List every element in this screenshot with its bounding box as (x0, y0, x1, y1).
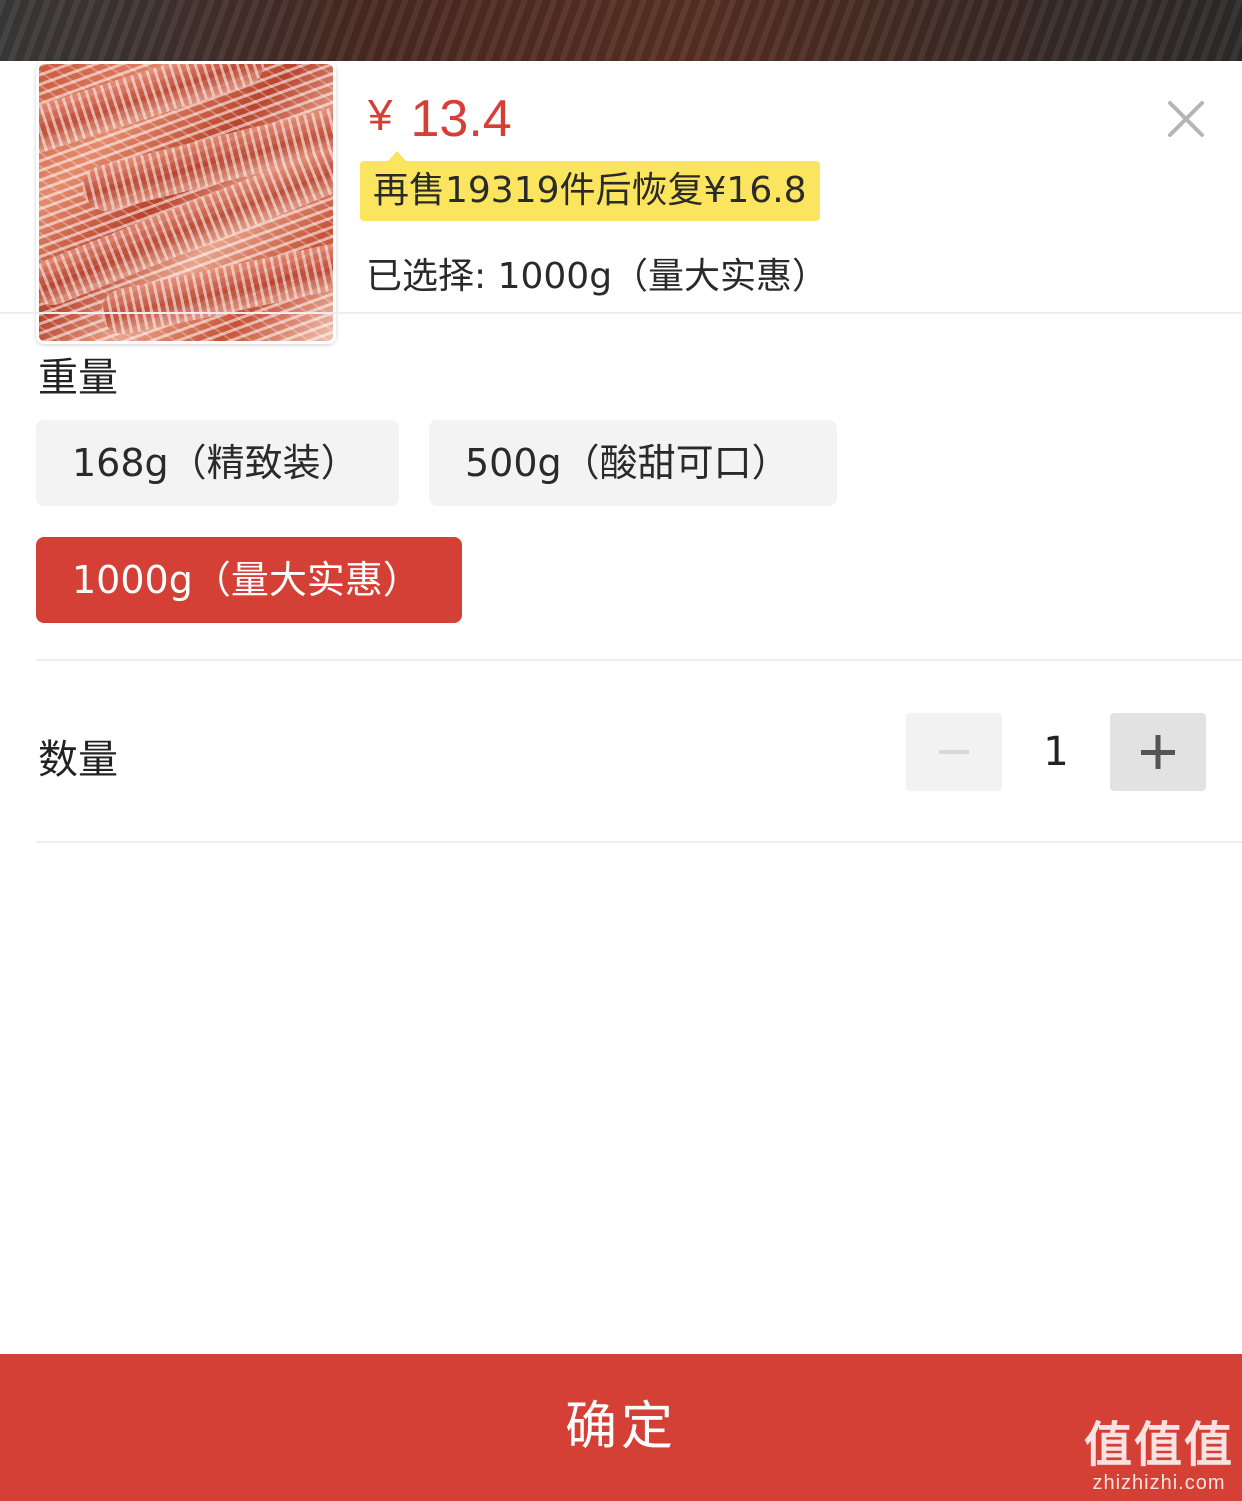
selected-variant-label: 已选择: 1000g（量大实惠） (366, 256, 829, 297)
quantity-divider (36, 841, 1242, 843)
watermark-brand: 值值值 (1083, 1419, 1234, 1472)
product-price: ¥13.4 (368, 89, 512, 149)
quantity-increase-button[interactable] (1110, 713, 1206, 791)
weight-section-title: 重量 (38, 355, 118, 401)
close-icon (1168, 101, 1204, 137)
quantity-decrease-button[interactable] (906, 713, 1002, 791)
plus-icon (1141, 735, 1175, 769)
promo-tag: 再售19319件后恢复¥16.8 (360, 151, 820, 221)
quantity-section-title: 数量 (38, 737, 118, 783)
sku-selector-sheet: ¥13.4 再售19319件后恢复¥16.8 已选择: 1000g（量大实惠） … (0, 61, 1242, 1501)
watermark-logo: 值值值 zhizhizhi.com (1084, 1420, 1234, 1495)
option-168g[interactable]: 168g（精致装） (36, 420, 399, 506)
quantity-value[interactable]: 1 (1004, 713, 1108, 791)
option-500g[interactable]: 500g（酸甜可口） (429, 420, 837, 506)
price-value: 13.4 (410, 90, 512, 148)
header-divider (0, 312, 1242, 314)
weight-divider (36, 659, 1242, 661)
price-currency: ¥ (368, 91, 393, 140)
confirm-button[interactable]: 确定 (0, 1354, 1242, 1501)
close-button[interactable] (1160, 93, 1212, 145)
option-1000g[interactable]: 1000g（量大实惠） (36, 537, 462, 623)
minus-icon (939, 750, 969, 754)
product-page-backdrop[interactable] (0, 0, 1242, 61)
watermark-domain: zhizhizhi.com (1092, 1472, 1226, 1494)
product-thumbnail (36, 61, 336, 344)
